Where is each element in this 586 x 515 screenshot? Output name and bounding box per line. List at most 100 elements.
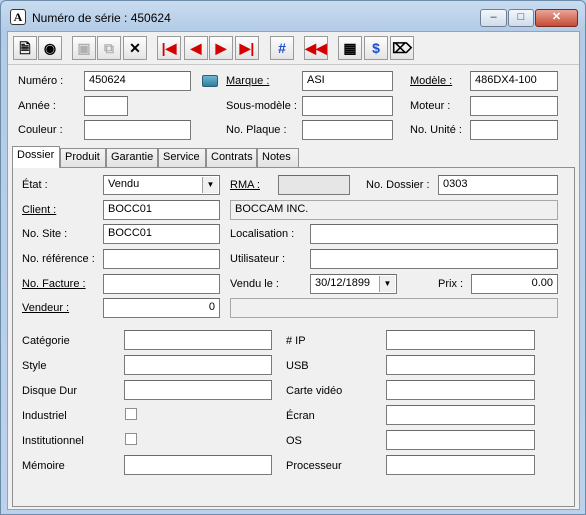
app-icon: A [10, 9, 26, 25]
no-unite-field[interactable] [470, 120, 558, 140]
annee-field[interactable] [84, 96, 128, 116]
sous-modele-label: Sous-modèle : [226, 100, 297, 112]
modele-field[interactable]: 486DX4-100 [470, 71, 558, 91]
marque-label[interactable]: Marque : [226, 75, 269, 87]
tab-notes[interactable]: Notes [257, 148, 299, 167]
no-reference-field[interactable] [103, 249, 220, 269]
no-unite-label: No. Unité : [410, 124, 462, 136]
renumber-icon[interactable]: # [270, 36, 294, 60]
new-icon[interactable]: 🗎 [13, 36, 37, 60]
ecran-label: Écran [286, 410, 315, 422]
last-icon[interactable]: ▶| [235, 36, 259, 60]
os-field[interactable] [386, 430, 535, 450]
no-plaque-field[interactable] [302, 120, 393, 140]
annee-label: Année : [18, 100, 56, 112]
vendu-le-value: 30/12/1899 [315, 277, 371, 289]
attachment-icon[interactable]: ⌦ [390, 36, 414, 60]
vendu-le-label: Vendu le : [230, 278, 279, 290]
institutionnel-checkbox[interactable] [125, 433, 137, 445]
utilisateur-label: Utilisateur : [230, 253, 286, 265]
dossier-panel: État : Vendu ▼ RMA : No. Dossier : 0303 … [12, 167, 575, 507]
disque-dur-field[interactable] [124, 380, 272, 400]
disque-dur-label: Disque Dur [22, 385, 78, 397]
save-icon[interactable]: ▣ [72, 36, 96, 60]
client-label[interactable]: Client : [22, 204, 56, 216]
back-icon[interactable]: ◀◀ [304, 36, 328, 60]
moteur-label: Moteur : [410, 100, 451, 112]
no-dossier-label: No. Dossier : [366, 179, 430, 191]
os-label: OS [286, 435, 302, 447]
app-window: A Numéro de série : 450624 – □ ✕ 🗎 ◉ ▣ ⧉… [0, 0, 586, 515]
industriel-label: Industriel [22, 410, 67, 422]
next-icon[interactable]: ▶ [209, 36, 233, 60]
first-icon[interactable]: |◀ [157, 36, 181, 60]
etat-value: Vendu [108, 178, 140, 190]
find-icon[interactable]: ◉ [38, 36, 62, 60]
tab-contrats[interactable]: Contrats [206, 148, 257, 167]
counter-icon[interactable]: ▦ [338, 36, 362, 60]
no-facture-field[interactable] [103, 274, 220, 294]
sous-modele-field[interactable] [302, 96, 393, 116]
tab-produit[interactable]: Produit [60, 148, 106, 167]
modele-label[interactable]: Modèle : [410, 75, 452, 87]
tab-dossier[interactable]: Dossier [12, 146, 60, 168]
numero-field[interactable]: 450624 [84, 71, 191, 91]
title-bar[interactable]: A Numéro de série : 450624 – □ ✕ [1, 1, 585, 31]
couleur-field[interactable] [84, 120, 191, 140]
localisation-field[interactable] [310, 224, 558, 244]
no-facture-label[interactable]: No. Facture : [22, 278, 86, 290]
ip-field[interactable] [386, 330, 535, 350]
no-site-field[interactable]: BOCC01 [103, 224, 220, 244]
prix-label: Prix : [438, 278, 464, 290]
vendu-le-dropdown[interactable]: 30/12/1899 ▼ [310, 274, 397, 294]
carte-video-field[interactable] [386, 380, 535, 400]
chevron-down-icon[interactable]: ▼ [202, 177, 218, 193]
etat-dropdown[interactable]: Vendu ▼ [103, 175, 220, 195]
client-area: 🗎 ◉ ▣ ⧉ ✕ |◀ ◀ ▶ ▶| # ◀◀ ▦ $ ⌦ Numéro : … [7, 31, 580, 510]
vendeur-name-field [230, 298, 558, 318]
window-title: Numéro de série : 450624 [32, 11, 171, 25]
marque-field[interactable]: ASI [302, 71, 393, 91]
institutionnel-label: Institutionnel [22, 435, 84, 447]
rma-label[interactable]: RMA : [230, 179, 260, 191]
prix-field[interactable]: 0.00 [471, 274, 558, 294]
vendeur-field[interactable]: 0 [103, 298, 220, 318]
numero-label: Numéro : [18, 75, 64, 87]
localisation-label: Localisation : [230, 228, 295, 240]
style-field[interactable] [124, 355, 272, 375]
no-site-label: No. Site : [22, 228, 68, 240]
industriel-checkbox[interactable] [125, 408, 137, 420]
minimize-button[interactable]: – [480, 9, 507, 27]
delete-icon[interactable]: ✕ [123, 36, 147, 60]
no-plaque-label: No. Plaque : [226, 124, 287, 136]
couleur-label: Couleur : [18, 124, 63, 136]
calculator-icon[interactable] [202, 75, 218, 87]
processeur-field[interactable] [386, 455, 535, 475]
values-icon[interactable]: $ [364, 36, 388, 60]
close-button[interactable]: ✕ [535, 9, 578, 27]
memoire-label: Mémoire [22, 460, 65, 472]
utilisateur-field[interactable] [310, 249, 558, 269]
moteur-field[interactable] [470, 96, 558, 116]
carte-video-label: Carte vidéo [286, 385, 343, 397]
previous-icon[interactable]: ◀ [184, 36, 208, 60]
tab-garantie[interactable]: Garantie [106, 148, 158, 167]
ip-label: # IP [286, 335, 306, 347]
ecran-field[interactable] [386, 405, 535, 425]
vendeur-label[interactable]: Vendeur : [22, 302, 69, 314]
style-label: Style [22, 360, 47, 372]
copy-icon[interactable]: ⧉ [97, 36, 121, 60]
tab-service[interactable]: Service [158, 148, 206, 167]
client-field[interactable]: BOCC01 [103, 200, 220, 220]
rma-field[interactable] [278, 175, 350, 195]
usb-field[interactable] [386, 355, 535, 375]
no-reference-label: No. référence : [22, 253, 95, 265]
toolbar: 🗎 ◉ ▣ ⧉ ✕ |◀ ◀ ▶ ▶| # ◀◀ ▦ $ ⌦ [8, 32, 579, 65]
memoire-field[interactable] [124, 455, 272, 475]
client-name-field: BOCCAM INC. [230, 200, 558, 220]
maximize-button[interactable]: □ [508, 9, 534, 27]
categorie-field[interactable] [124, 330, 272, 350]
chevron-down-icon[interactable]: ▼ [379, 276, 395, 292]
categorie-label: Catégorie [22, 335, 70, 347]
no-dossier-field[interactable]: 0303 [438, 175, 558, 195]
